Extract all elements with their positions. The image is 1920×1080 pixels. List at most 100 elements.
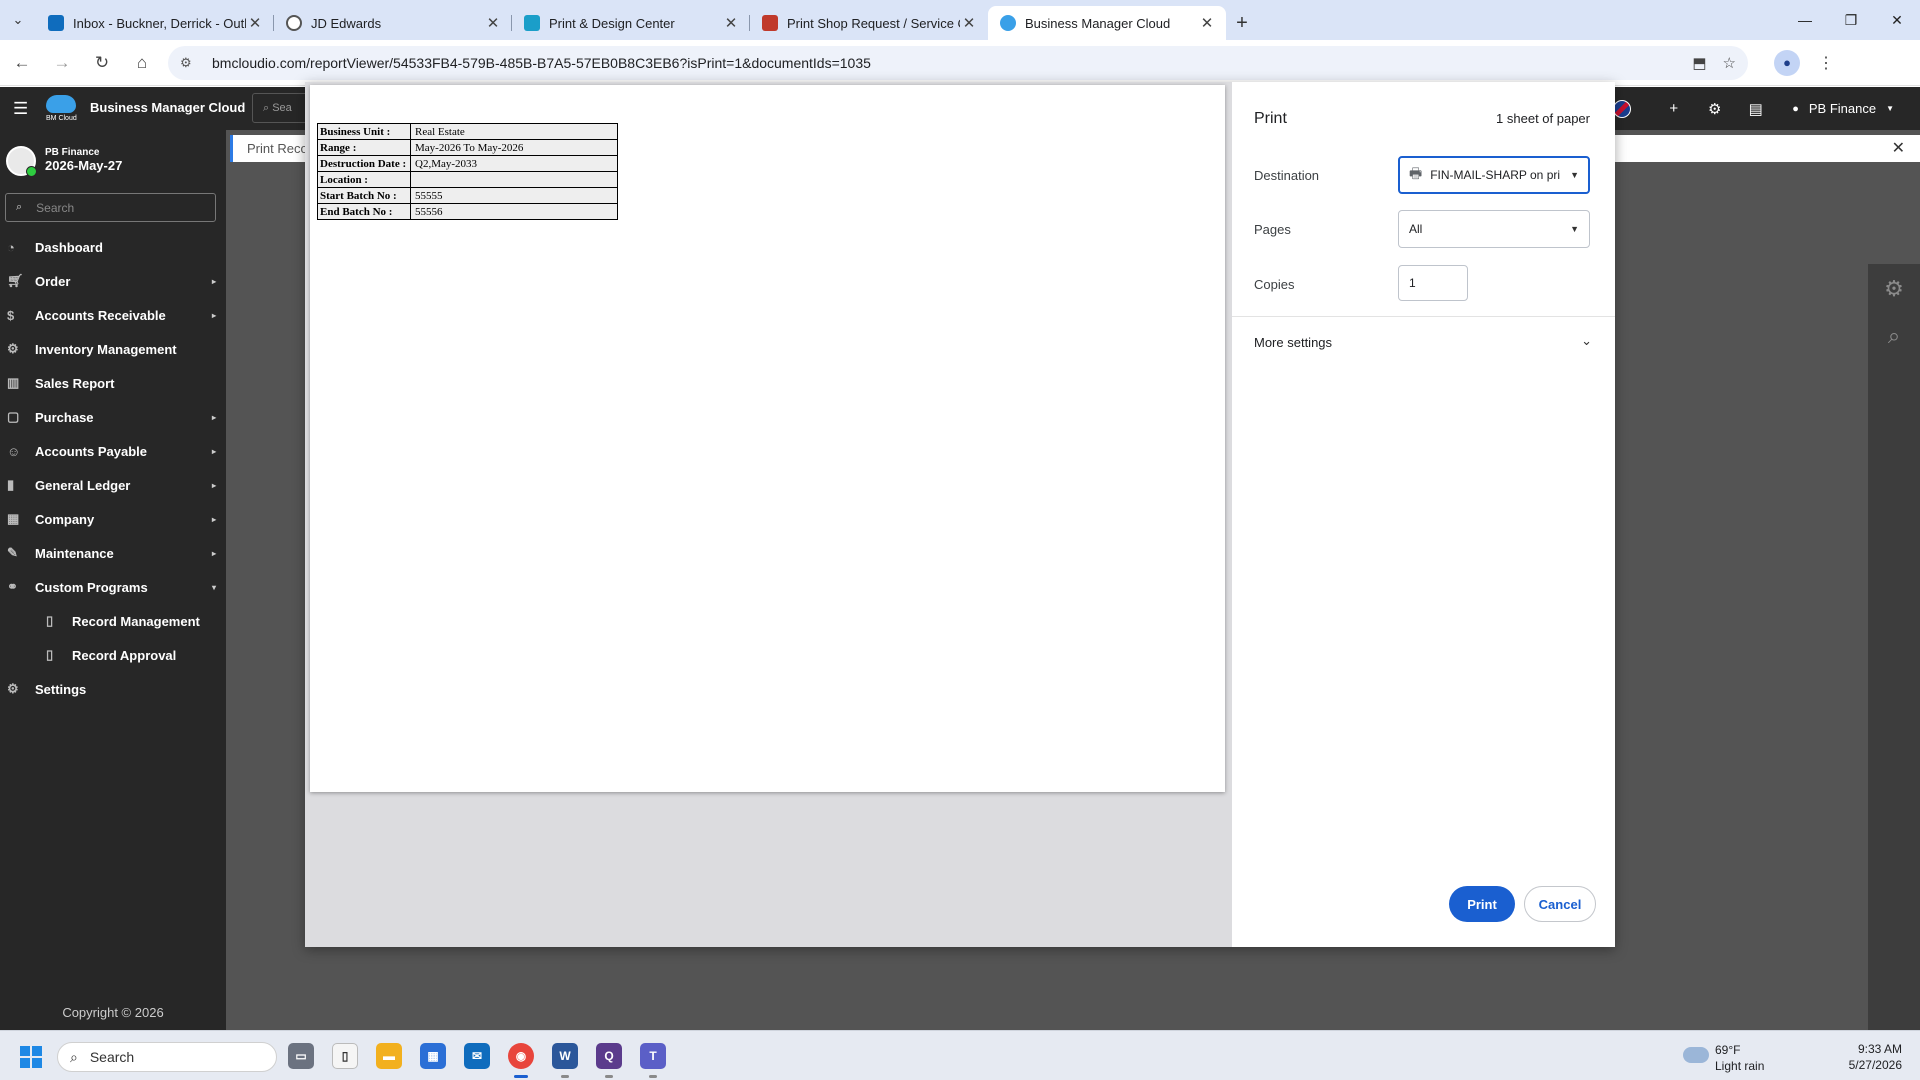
sidebar-item-record-management[interactable]: ▯ Record Management [0, 604, 226, 638]
browser-tab-bmc[interactable]: Business Manager Cloud ✕ [988, 6, 1226, 40]
header-search-input[interactable]: ⌕ Sea [252, 93, 312, 123]
browser-toolbar: ← → ↻ ⌂ ⚙ bmcloudio.com/reportViewer/545… [0, 40, 1920, 86]
search-icon[interactable]: ⌕ [1868, 323, 1920, 358]
close-tab-icon[interactable]: ✕ [960, 14, 978, 32]
sidebar-item-record-approval[interactable]: ▯ Record Approval [0, 638, 226, 672]
gear-icon: ⚙ [7, 681, 19, 696]
outlook-icon[interactable]: ✉ [464, 1043, 490, 1069]
taskbar-search-input[interactable]: ⌕ Search [57, 1042, 277, 1072]
sidebar-item-sales-report[interactable]: ▥ Sales Report [0, 366, 226, 400]
sidebar-item-order[interactable]: 🛒︎ Order ▸ [0, 264, 226, 298]
brand-title: Business Manager Cloud [90, 100, 246, 115]
print-dialog: Business Unit : Real Estate Range : May-20… [305, 82, 1615, 947]
chevron-right-icon: ▸ [211, 412, 216, 422]
close-tab-icon[interactable]: ✕ [246, 14, 264, 32]
home-icon[interactable]: ⌂ [124, 45, 160, 81]
layout-icon[interactable]: ▤ [1735, 100, 1776, 118]
chrome-icon[interactable]: ◉ [508, 1043, 534, 1078]
chevron-right-icon: ▸ [211, 446, 216, 456]
forward-icon[interactable]: → [44, 45, 80, 81]
chevron-down-icon: ⌄ [1581, 333, 1592, 348]
add-icon[interactable]: + [1653, 100, 1694, 117]
chart-icon: ▥ [7, 375, 20, 390]
close-tab-icon[interactable]: ✕ [722, 14, 740, 32]
close-tab-icon[interactable]: ✕ [484, 14, 502, 32]
browser-menu-icon[interactable]: ⋮ [1818, 53, 1834, 73]
table-row: Start Batch No :55555 [317, 187, 618, 204]
notepad-icon[interactable]: ▯ [332, 1043, 358, 1069]
logo-cloud-icon [46, 95, 76, 113]
outlook-icon [48, 15, 64, 31]
sidebar-item-maintenance[interactable]: ✎ Maintenance ▸ [0, 536, 226, 570]
hamburger-menu-icon[interactable]: ☰ [13, 99, 28, 119]
word-icon[interactable]: W [552, 1043, 578, 1078]
sharepoint-icon [524, 15, 540, 31]
close-tab-icon[interactable]: ✕ [1198, 14, 1216, 32]
browser-tab-print-design[interactable]: Print & Design Center ✕ [512, 6, 750, 40]
preview-page: Business Unit : Real Estate Range : May-20… [310, 85, 1225, 792]
browser-tab-strip: ⌄ Inbox - Buckner, Derrick - Outlo ✕ JD … [0, 0, 1920, 40]
sidebar-item-inventory[interactable]: ⚙ Inventory Management [0, 332, 226, 366]
sidebar-item-accounts-receivable[interactable]: $ Accounts Receivable ▸ [0, 298, 226, 332]
browser-tab-outlook[interactable]: Inbox - Buckner, Derrick - Outlo ✕ [36, 6, 274, 40]
search-icon: ⌕ [70, 1048, 78, 1065]
browser-tab-print-shop[interactable]: Print Shop Request / Service Ca ✕ [750, 6, 988, 40]
dollar-icon: $ [7, 307, 15, 323]
sidebar-item-company[interactable]: ▦ Company ▸ [0, 502, 226, 536]
site-settings-icon[interactable]: ⚙ [180, 55, 200, 71]
store-icon[interactable]: ▦ [420, 1043, 446, 1069]
sidebar-item-general-ledger[interactable]: ▮ General Ledger ▸ [0, 468, 226, 502]
windows-start-icon[interactable] [20, 1046, 42, 1068]
chevron-right-icon: ▸ [211, 548, 216, 558]
caret-down-icon: ▼ [1570, 170, 1579, 180]
sidebar-item-dashboard[interactable]: ◔ Dashboard [0, 230, 226, 264]
pages-select[interactable]: All ▼ [1398, 210, 1590, 248]
back-icon[interactable]: ← [4, 45, 40, 81]
profile-avatar-icon[interactable]: ● [1774, 49, 1800, 76]
sidebar-item-custom-programs[interactable]: ⚭ Custom Programs ▾ [0, 570, 226, 604]
avatar [6, 146, 37, 177]
tab-search-icon[interactable]: ⌄ [0, 0, 36, 40]
address-bar[interactable]: ⚙ bmcloudio.com/reportViewer/54533FB4-57… [168, 45, 1748, 80]
copyright: Copyright © 2026 [62, 1005, 164, 1020]
divider [1232, 316, 1615, 317]
bm-cloud-logo: BM Cloud [44, 93, 80, 122]
chevron-right-icon: ▸ [211, 276, 216, 286]
new-tab-button[interactable]: + [1226, 6, 1258, 40]
windows-taskbar: ⌕ Search ▭ ▯ ▬ ▦ ✉ ◉ W Q T 69°F Light ra… [0, 1030, 1920, 1080]
sidebar-item-purchase[interactable]: ▢ Purchase ▸ [0, 400, 226, 434]
reload-icon[interactable]: ↻ [84, 45, 120, 81]
sidebar-search-input[interactable]: ⌕ Search [5, 193, 216, 222]
browser-tab-jd-edwards[interactable]: JD Edwards ✕ [274, 6, 512, 40]
bookmark-star-icon[interactable]: ☆ [1723, 54, 1736, 72]
print-button[interactable]: Print [1449, 886, 1515, 922]
app-q-icon[interactable]: Q [596, 1043, 622, 1078]
print-settings-panel: Print 1 sheet of paper Destination 🖶 FIN… [1232, 82, 1615, 947]
close-icon[interactable]: ✕ [1892, 138, 1905, 158]
copies-input[interactable]: 1 [1398, 265, 1468, 301]
file-explorer-icon[interactable]: ▬ [376, 1043, 402, 1069]
sidebar-user: PB Finance 2026-May-27 [6, 143, 226, 179]
sidebar-item-accounts-payable[interactable]: ☺ Accounts Payable ▸ [0, 434, 226, 468]
teams-icon[interactable]: T [640, 1043, 666, 1078]
destination-select[interactable]: 🖶 FIN-MAIL-SHARP on pri ▼ [1398, 156, 1590, 194]
cloud-icon [1000, 15, 1016, 31]
cancel-button[interactable]: Cancel [1524, 886, 1596, 922]
more-settings-toggle[interactable]: More settings ⌄ [1254, 333, 1592, 350]
copies-row: Copies 1 [1254, 265, 1594, 305]
file-icon: ▯ [46, 647, 54, 662]
search-icon: ⌕ [16, 201, 23, 213]
close-window-icon[interactable]: ✕ [1874, 0, 1920, 40]
task-view-icon[interactable]: ▭ [288, 1043, 314, 1069]
table-row: Business Unit : Real Estate [317, 123, 618, 140]
sidebar-item-settings[interactable]: ⚙ Settings [0, 672, 226, 706]
uk-flag-icon[interactable] [1613, 99, 1632, 118]
gear-icon[interactable]: ⚙ [1868, 276, 1920, 311]
restore-icon[interactable]: ❐ [1828, 0, 1874, 40]
minimize-icon[interactable]: — [1782, 0, 1828, 40]
install-app-icon[interactable]: ⬒ [1692, 54, 1706, 72]
system-clock[interactable]: 9:33 AM 5/27/2026 [1849, 1041, 1902, 1073]
gear-icon[interactable]: ⚙ [1694, 100, 1735, 118]
user-menu[interactable]: ● PB Finance ▼ [1776, 101, 1920, 116]
network-icon: ⚭ [7, 579, 18, 594]
